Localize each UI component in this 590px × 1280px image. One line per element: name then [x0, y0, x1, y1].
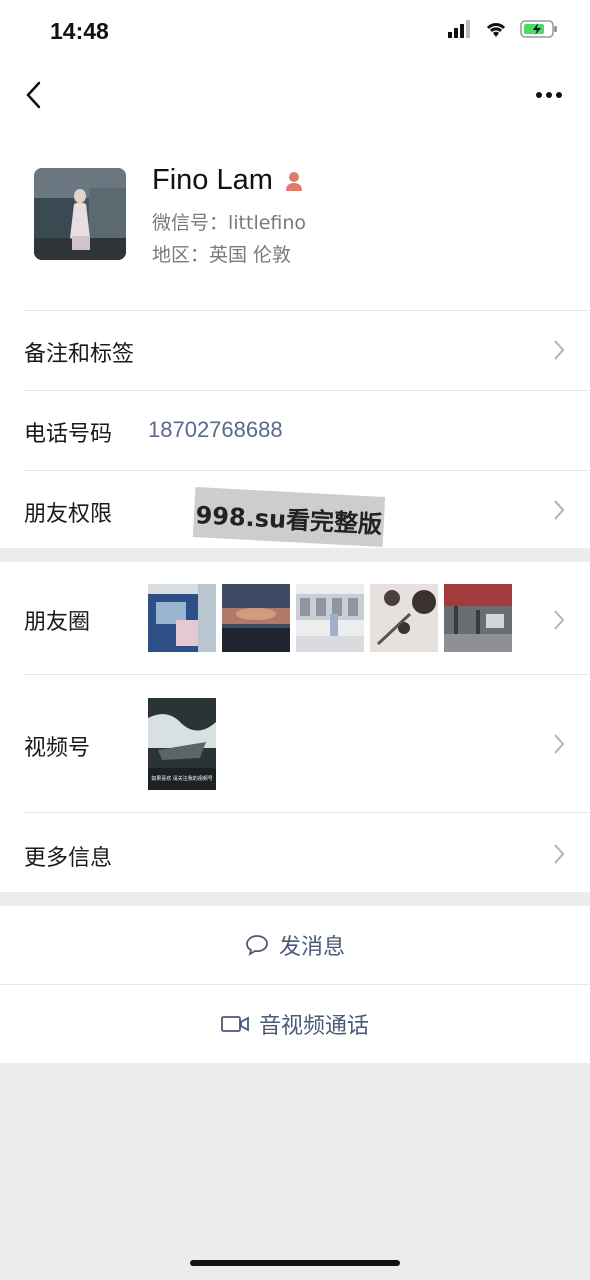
avatar[interactable]: [34, 168, 126, 260]
more-info-row[interactable]: 更多信息: [0, 812, 590, 892]
wifi-icon: [486, 23, 506, 37]
profile-name: Fino Lam: [152, 164, 273, 196]
permissions-label: 朋友权限: [24, 502, 113, 527]
more-info-label: 更多信息: [24, 846, 113, 871]
remarks-label: 备注和标签: [24, 342, 135, 367]
region: 地区：英国 伦敦: [152, 244, 292, 266]
watermark: 998.su看完整版: [192, 487, 386, 547]
chevron-right-icon: [554, 734, 565, 754]
nav-bar: [0, 64, 590, 126]
back-button[interactable]: [18, 78, 48, 112]
moments-thumbnail: [222, 584, 290, 652]
moments-label: 朋友圈: [24, 610, 91, 635]
phone-row[interactable]: 电话号码 18702768688: [0, 390, 590, 470]
channels-label: 视频号: [24, 736, 91, 761]
moments-thumbnail: [370, 584, 438, 652]
moments-thumbnail: [444, 584, 512, 652]
battery-icon: [520, 20, 557, 38]
signal-icon: [448, 20, 470, 38]
video-caption: 如果喜欢 请关注我的视频号: [151, 775, 213, 782]
chevron-right-icon: [554, 610, 565, 630]
profile-header: Fino Lam 微信号：littlefino 地区：英国 伦敦: [0, 126, 590, 310]
channels-thumbnail: 如果喜欢 请关注我的视频号: [148, 698, 216, 790]
status-time: 14:48: [50, 18, 109, 44]
remarks-row[interactable]: 备注和标签: [0, 310, 590, 390]
video-camera-icon: [221, 1016, 249, 1032]
name-row: Fino Lam: [152, 164, 305, 197]
chat-bubble-icon: [246, 935, 268, 956]
moments-thumbnail: [148, 584, 216, 652]
moments-row[interactable]: 朋友圈: [0, 562, 590, 674]
moments-thumbnail: [296, 584, 364, 652]
status-icons: [448, 20, 558, 38]
back-icon: [26, 81, 41, 109]
channels-row[interactable]: 视频号 如果喜欢 请关注我的视频号: [0, 674, 590, 812]
social-section: 朋友圈 视频号 如果喜欢 请关注我的视频号 更多信息: [0, 562, 590, 892]
phone-label: 电话号码: [24, 422, 113, 447]
phone-number[interactable]: 18702768688: [148, 417, 283, 443]
gender-female-icon: [285, 171, 302, 191]
chevron-right-icon: [554, 844, 565, 864]
chevron-right-icon: [554, 500, 565, 520]
more-button[interactable]: [532, 78, 566, 112]
status-bar: 14:48: [0, 0, 590, 64]
chevron-right-icon: [554, 340, 565, 360]
wechat-id: 微信号：littlefino: [152, 212, 307, 234]
send-message-button[interactable]: 发消息: [0, 906, 590, 984]
video-call-button[interactable]: 音视频通话: [0, 985, 590, 1063]
video-call-label: 音视频通话: [258, 1014, 369, 1039]
more-icon: [536, 92, 562, 98]
send-message-label: 发消息: [278, 935, 345, 960]
home-indicator[interactable]: [190, 1260, 400, 1266]
